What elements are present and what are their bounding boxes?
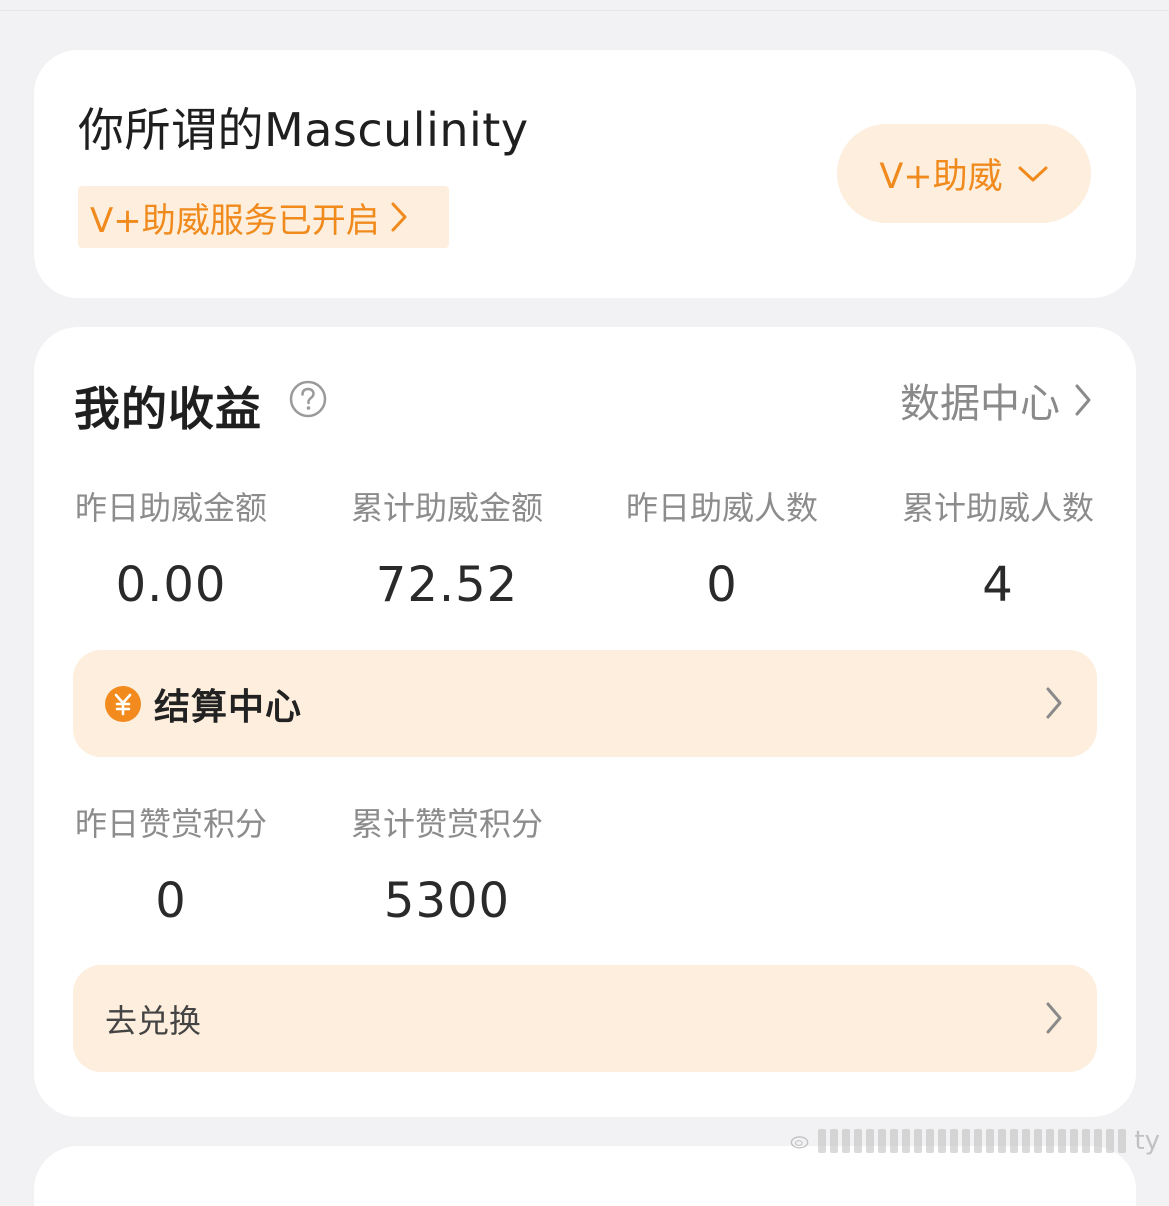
profile-card: 你所谓的Masculinity V+助威服务已开启 V+助威	[34, 50, 1136, 298]
yuan-coin-icon	[105, 685, 141, 722]
watermark: ty	[790, 1124, 1160, 1158]
stat-value: 0.00	[115, 557, 227, 613]
settlement-center-row[interactable]: 结算中心	[73, 650, 1097, 757]
stat-yesterday-cheer-amount: 昨日助威金额 0.00	[41, 483, 301, 613]
chevron-right-icon	[1074, 383, 1092, 417]
chevron-right-icon	[1046, 1002, 1062, 1034]
profile-name: 你所谓的Masculinity	[78, 103, 529, 157]
watermark-text: ty	[1134, 1126, 1160, 1156]
stat-yesterday-reward-points: 昨日赞赏积分 0	[41, 799, 301, 929]
stat-value: 4	[982, 557, 1014, 613]
stat-label: 累计助威人数	[901, 489, 1094, 527]
exchange-label: 去兑换	[105, 1001, 202, 1040]
service-status-link[interactable]: V+助威服务已开启	[78, 186, 449, 248]
chevron-right-icon	[390, 201, 408, 233]
stat-label: 累计助威金额	[350, 489, 543, 527]
earnings-title: 我的收益	[74, 382, 262, 436]
stat-label: 昨日助威金额	[74, 489, 267, 527]
settlement-center-label: 结算中心	[154, 686, 303, 728]
service-status-label: V+助威服务已开启	[90, 200, 380, 241]
chevron-right-icon	[1046, 687, 1062, 719]
vplus-cheer-button[interactable]: V+助威	[837, 124, 1091, 223]
stat-value: 72.52	[375, 557, 519, 613]
stat-value: 0	[155, 873, 187, 929]
stat-total-cheer-amount: 累计助威金额 72.52	[317, 483, 577, 613]
stat-yesterday-cheer-count: 昨日助威人数 0	[592, 483, 852, 613]
chevron-down-icon	[1017, 164, 1049, 184]
stat-value: 5300	[383, 873, 511, 929]
help-icon[interactable]	[288, 379, 328, 419]
earnings-card: 我的收益 数据中心 昨日助威金额 0.00 累计助威金额 72.52 昨日助威人…	[34, 327, 1136, 1117]
stat-label: 累计赞赏积分	[350, 805, 543, 843]
stat-total-reward-points: 累计赞赏积分 5300	[317, 799, 577, 929]
stat-label: 昨日赞赏积分	[74, 805, 267, 843]
weibo-logo-icon	[790, 1136, 809, 1149]
stat-label: 昨日助威人数	[625, 489, 818, 527]
stat-value: 0	[706, 557, 738, 613]
data-center-label: 数据中心	[900, 381, 1060, 427]
stat-total-cheer-count: 累计助威人数 4	[868, 483, 1128, 613]
top-divider	[0, 0, 1169, 11]
vplus-button-label: V+助威	[879, 157, 1003, 197]
data-center-link[interactable]: 数据中心	[900, 371, 1092, 429]
watermark-blur	[818, 1129, 1127, 1153]
exchange-row[interactable]: 去兑换	[73, 965, 1097, 1072]
